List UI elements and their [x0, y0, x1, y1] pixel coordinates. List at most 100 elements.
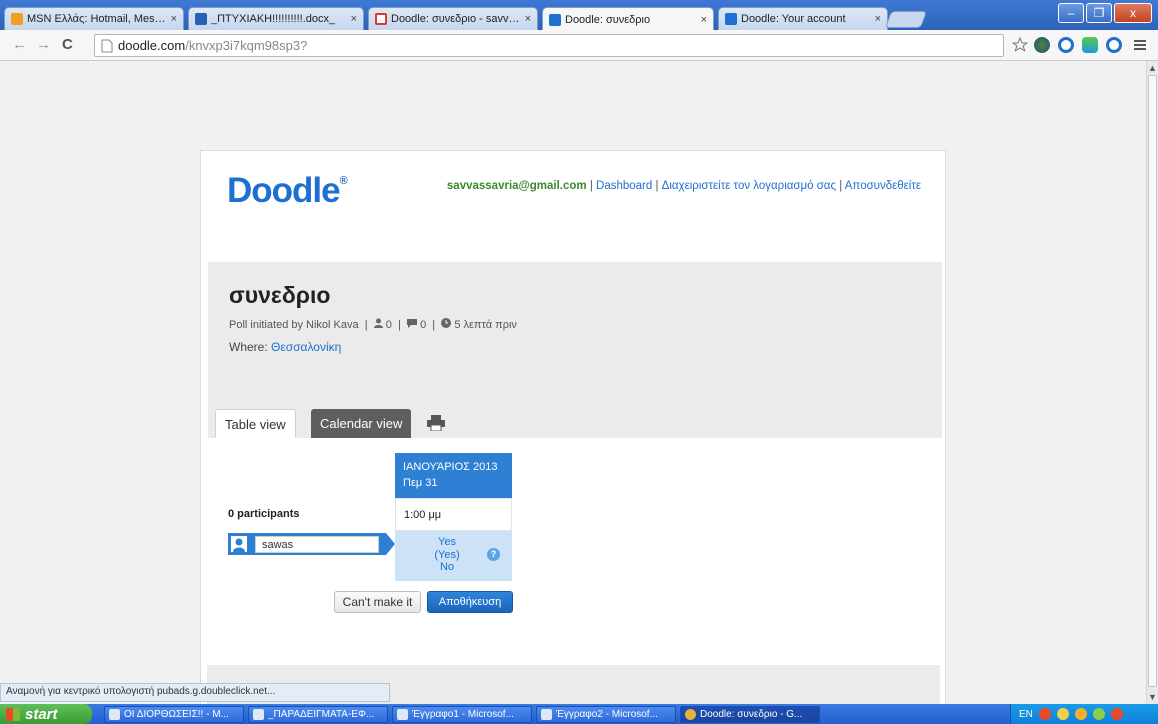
window-controls: – ❐ x [1058, 3, 1152, 23]
tab-title: Doodle: συνεδριο [565, 13, 651, 26]
time-slot: 1:00 μμ [395, 498, 512, 531]
poll-initiator: Poll initiated by Nikol Kava [229, 319, 359, 331]
taskbar-item[interactable]: Έγγραφο1 - Microsof... [392, 706, 532, 723]
word-doc-icon [541, 709, 552, 720]
row-pointer [386, 533, 395, 555]
participant-name-input[interactable] [255, 536, 379, 553]
where-value[interactable]: Θεσσαλονίκη [271, 340, 341, 354]
taskbar-item-active[interactable]: Doodle: συνεδριο - G... [680, 706, 820, 723]
tab-title: MSN Ελλάς: Hotmail, Messen [27, 13, 167, 25]
vertical-scrollbar[interactable]: ▲ ▼ [1146, 61, 1158, 704]
availability-choice-cell[interactable]: Yes (Yes) No ? [395, 531, 512, 581]
close-icon[interactable]: × [351, 13, 357, 25]
url-path: /knvxp3i7kqm98sp3? [185, 38, 308, 53]
poll-location: Where: Θεσσαλονίκη [229, 340, 341, 354]
tab-table-view[interactable]: Table view [215, 409, 296, 438]
close-icon[interactable]: × [525, 13, 531, 25]
network-icon[interactable] [1092, 708, 1105, 720]
start-button[interactable]: start [0, 704, 92, 724]
choice-if-need-be[interactable]: (Yes) [425, 549, 469, 562]
star-icon[interactable] [1012, 37, 1028, 53]
poll-meta: Poll initiated by Nikol Kava | 0 | 0 | 5… [229, 318, 517, 331]
doodle-logo[interactable]: Doodle® [227, 171, 348, 211]
browser-toolbar: ← → C doodle.com/knvxp3i7kqm98sp3? [0, 30, 1158, 61]
taskbar-item[interactable]: ΟΙ ΔΙΟΡΘΩΣΕΙΣ!! - Μ... [104, 706, 244, 723]
poll-title: συνεδριο [229, 282, 331, 308]
month-label: ΙΑΝΟΥΆΡΙΟΣ 2013 [403, 461, 498, 473]
status-bar: Αναμονή για κεντρικό υπολογιστή pubads.g… [0, 683, 390, 702]
participants-count-label: 0 participants [228, 508, 300, 520]
language-indicator[interactable]: EN [1019, 709, 1033, 720]
system-tray: EN [1010, 704, 1158, 724]
poll-header: συνεδριο Poll initiated by Nikol Kava | … [208, 262, 942, 438]
dashboard-link[interactable]: Dashboard [596, 180, 652, 192]
browser-tab-doodle-account[interactable]: Doodle: Your account × [718, 7, 888, 30]
url-host: doodle.com [118, 38, 186, 53]
word-doc-icon [397, 709, 408, 720]
folder-icon [109, 709, 120, 720]
windows-taskbar: start ΟΙ ΔΙΟΡΘΩΣΕΙΣ!! - Μ... _ΠΑΡΑΔΕΙΓΜΑ… [0, 704, 1158, 724]
close-window-button[interactable]: x [1114, 3, 1152, 23]
cant-make-it-button[interactable]: Can't make it [334, 591, 421, 613]
choice-no[interactable]: No [425, 561, 469, 574]
maximize-button[interactable]: ❐ [1086, 3, 1112, 23]
chrome-icon [685, 709, 696, 720]
word-doc-icon [253, 709, 264, 720]
logout-link[interactable]: Αποσυνδεθείτε [845, 180, 921, 192]
doodle-icon [549, 13, 561, 26]
alert-icon[interactable] [1110, 708, 1123, 720]
tab-title: Doodle: Your account [741, 13, 846, 25]
time-ago: 5 λεπτά πριν [454, 319, 517, 331]
scroll-down-icon[interactable]: ▼ [1148, 692, 1157, 702]
browser-tab-gmail[interactable]: Doodle: συνεδριο - savvassa × [368, 7, 538, 30]
help-icon[interactable]: ? [487, 548, 500, 561]
msn-butterfly-icon [11, 13, 23, 25]
taskbar-item[interactable]: _ΠΑΡΑΔΕΙΓΜΑΤΑ-ΕΦ... [248, 706, 388, 723]
tab-title: Doodle: συνεδριο - savvassa [391, 13, 521, 25]
extension-icon[interactable] [1106, 37, 1122, 53]
word-doc-icon [195, 13, 207, 25]
print-icon[interactable] [427, 415, 445, 431]
close-icon[interactable]: × [875, 13, 881, 25]
skype-icon[interactable] [1082, 37, 1098, 53]
menu-icon[interactable] [1132, 37, 1148, 53]
back-button[interactable]: ← [12, 36, 27, 53]
close-icon[interactable]: × [171, 13, 177, 25]
comment-icon [407, 319, 417, 328]
tab-calendar-view[interactable]: Calendar view [311, 409, 412, 438]
account-email[interactable]: savvassavria@gmail.com [447, 180, 587, 192]
participant-count: 0 [385, 319, 392, 331]
date-column-header: ΙΑΝΟΥΆΡΙΟΣ 2013 Πεμ 31 [395, 453, 512, 498]
minimize-button[interactable]: – [1058, 3, 1084, 23]
star-tray-icon[interactable] [1074, 708, 1087, 720]
day-label: Πεμ 31 [403, 477, 438, 489]
save-button[interactable]: Αποθήκευση [427, 591, 513, 613]
clock-icon [441, 318, 452, 328]
page-icon [101, 39, 113, 52]
extension-icon[interactable] [1058, 37, 1074, 53]
tray-app-icon[interactable] [1038, 708, 1051, 720]
address-bar[interactable]: doodle.com/knvxp3i7kqm98sp3? [94, 34, 1004, 57]
scroll-thumb[interactable] [1148, 75, 1157, 687]
close-icon[interactable]: × [701, 14, 707, 26]
choice-yes[interactable]: Yes [425, 536, 469, 549]
tab-title: _ΠΤΥΧΙΑΚΗ!!!!!!!!!!.docx_ [211, 13, 336, 25]
forward-button[interactable]: → [36, 36, 51, 53]
globe-icon[interactable] [1034, 37, 1050, 53]
choice-options: Yes (Yes) No [425, 536, 469, 574]
doodle-icon [725, 13, 737, 25]
reload-button[interactable]: C [62, 36, 73, 53]
page-viewport: Doodle® savvassavria@gmail.com | Dashboa… [0, 61, 1146, 704]
manage-account-link[interactable]: Διαχειριστείτε τον λογαριασμό σας [662, 180, 836, 192]
scroll-up-icon[interactable]: ▲ [1148, 63, 1157, 73]
browser-tab-doodle-active[interactable]: Doodle: συνεδριο × [542, 7, 714, 31]
taskbar-item[interactable]: Έγγραφο2 - Microsof... [536, 706, 676, 723]
browser-tab-strip: MSN Ελλάς: Hotmail, Messen × _ΠΤΥΧΙΑΚΗ!!… [0, 0, 1158, 31]
new-tab-button[interactable] [884, 11, 928, 28]
user-avatar-icon [231, 536, 247, 552]
browser-tab-docx[interactable]: _ΠΤΥΧΙΑΚΗ!!!!!!!!!!.docx_ × [188, 7, 364, 30]
doodle-card: Doodle® savvassavria@gmail.com | Dashboa… [200, 150, 946, 704]
windows-flag-icon [6, 707, 20, 721]
browser-tab-msn[interactable]: MSN Ελλάς: Hotmail, Messen × [4, 7, 184, 30]
volume-icon[interactable] [1056, 708, 1069, 720]
